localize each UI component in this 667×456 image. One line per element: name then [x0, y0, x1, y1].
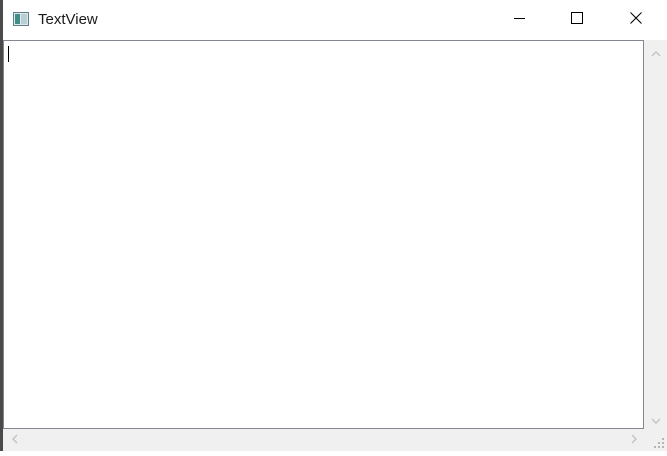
- resize-grip-icon: [644, 438, 667, 455]
- minimize-icon: [514, 11, 526, 29]
- close-icon: [630, 11, 642, 29]
- scroll-left-button[interactable]: [6, 431, 24, 449]
- close-button[interactable]: [613, 0, 659, 40]
- maximize-icon: [571, 11, 583, 29]
- app-window-icon: [13, 12, 29, 26]
- window-title: TextView: [38, 11, 98, 28]
- scroll-down-button[interactable]: [647, 411, 665, 429]
- title-bar[interactable]: TextView: [3, 0, 667, 40]
- text-editor-area[interactable]: [3, 40, 644, 429]
- resize-grip[interactable]: [644, 429, 667, 451]
- maximize-button[interactable]: [554, 0, 600, 40]
- chevron-down-icon: [651, 411, 661, 429]
- chevron-up-icon: [651, 44, 661, 62]
- chevron-left-icon: [12, 431, 18, 449]
- textview-window: TextView: [0, 0, 667, 451]
- minimize-button[interactable]: [497, 0, 543, 40]
- chevron-right-icon: [631, 431, 637, 449]
- text-caret: [8, 46, 9, 62]
- vertical-scrollbar[interactable]: [644, 40, 667, 429]
- horizontal-scrollbar[interactable]: [3, 429, 644, 451]
- scroll-up-button[interactable]: [647, 44, 665, 62]
- scroll-right-button[interactable]: [625, 431, 643, 449]
